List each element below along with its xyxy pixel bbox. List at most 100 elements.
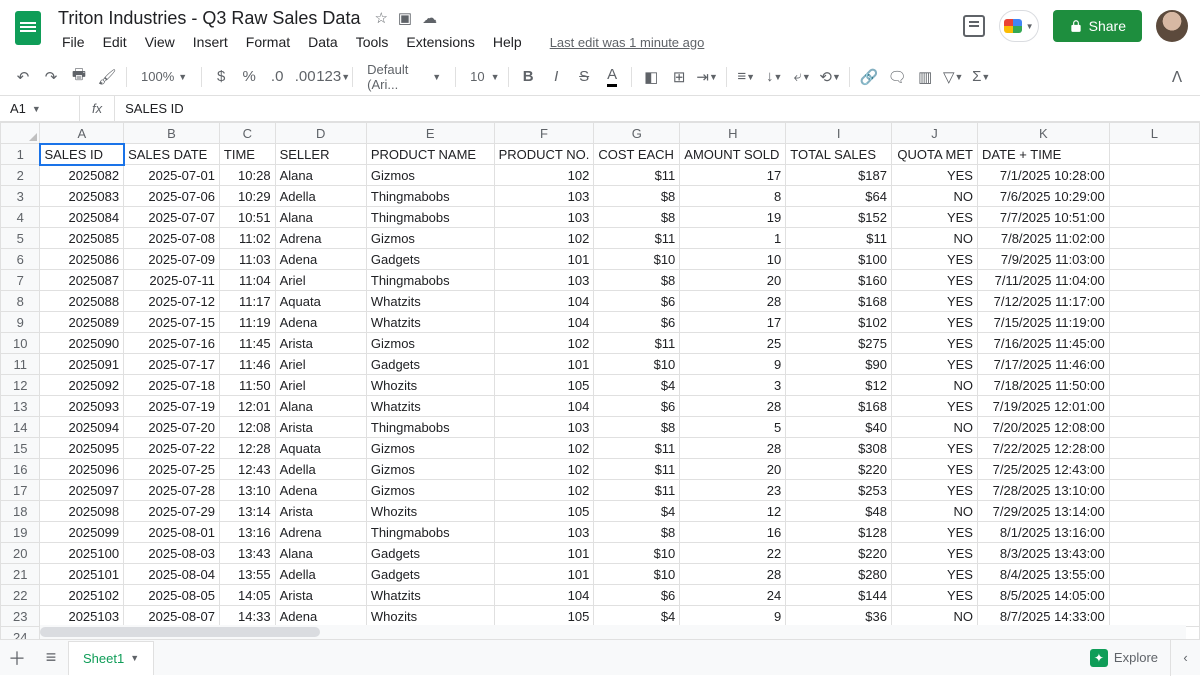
italic-button[interactable]: I: [543, 64, 569, 90]
merge-cells-button[interactable]: ⇥▼: [694, 64, 720, 90]
cell[interactable]: Whozits: [366, 606, 494, 627]
cell[interactable]: 7/22/2025 12:28:00: [977, 438, 1109, 459]
cell[interactable]: 103: [494, 207, 594, 228]
borders-button[interactable]: ⊞: [666, 64, 692, 90]
row-header[interactable]: 8: [1, 291, 40, 312]
cell[interactable]: $275: [786, 333, 892, 354]
cell[interactable]: 11:02: [219, 228, 275, 249]
cell[interactable]: 14:05: [219, 585, 275, 606]
cell[interactable]: YES: [892, 207, 978, 228]
cell[interactable]: 2025102: [40, 585, 124, 606]
cell[interactable]: 11:46: [219, 354, 275, 375]
cell[interactable]: [1109, 291, 1199, 312]
cell[interactable]: Whatzits: [366, 312, 494, 333]
undo-button[interactable]: ↶: [10, 64, 36, 90]
cell[interactable]: $11: [594, 438, 680, 459]
cell[interactable]: 2025096: [40, 459, 124, 480]
cell[interactable]: 2025-07-17: [124, 354, 220, 375]
cell[interactable]: 2025-08-07: [124, 606, 220, 627]
cell[interactable]: 2025-07-07: [124, 207, 220, 228]
cell[interactable]: 9: [680, 354, 786, 375]
cell[interactable]: $10: [594, 249, 680, 270]
cell[interactable]: $11: [594, 333, 680, 354]
vertical-align-button[interactable]: ↓▼: [761, 64, 787, 90]
more-formats-button[interactable]: 123▼: [320, 64, 346, 90]
cell[interactable]: 11:04: [219, 270, 275, 291]
cell[interactable]: 7/17/2025 11:46:00: [977, 354, 1109, 375]
cell[interactable]: 8/1/2025 13:16:00: [977, 522, 1109, 543]
cell[interactable]: $144: [786, 585, 892, 606]
cell[interactable]: 7/1/2025 10:28:00: [977, 165, 1109, 186]
cell[interactable]: 2025-07-22: [124, 438, 220, 459]
font-select[interactable]: Default (Ari...▼: [359, 62, 449, 92]
cell[interactable]: $187: [786, 165, 892, 186]
cell[interactable]: Arista: [275, 333, 366, 354]
move-icon[interactable]: ▣: [398, 9, 412, 27]
cell[interactable]: 2025097: [40, 480, 124, 501]
cell[interactable]: YES: [892, 543, 978, 564]
cell[interactable]: $6: [594, 396, 680, 417]
cell[interactable]: NO: [892, 375, 978, 396]
menu-edit[interactable]: Edit: [95, 32, 135, 52]
cell[interactable]: 7/16/2025 11:45:00: [977, 333, 1109, 354]
redo-button[interactable]: ↷: [38, 64, 64, 90]
cell[interactable]: 2025101: [40, 564, 124, 585]
cell[interactable]: 8/4/2025 13:55:00: [977, 564, 1109, 585]
cell[interactable]: 101: [494, 564, 594, 585]
cell[interactable]: NO: [892, 417, 978, 438]
cell[interactable]: 2025085: [40, 228, 124, 249]
cell[interactable]: $160: [786, 270, 892, 291]
cell[interactable]: 10:29: [219, 186, 275, 207]
cell[interactable]: 8/7/2025 14:33:00: [977, 606, 1109, 627]
menu-format[interactable]: Format: [238, 32, 298, 52]
insert-chart-button[interactable]: ▥: [912, 64, 938, 90]
zoom-select[interactable]: 100%▼: [133, 69, 195, 84]
cell[interactable]: [1109, 228, 1199, 249]
cell[interactable]: 2025-07-29: [124, 501, 220, 522]
cell[interactable]: $152: [786, 207, 892, 228]
row-header[interactable]: 18: [1, 501, 40, 522]
cell[interactable]: $12: [786, 375, 892, 396]
cloud-status-icon[interactable]: ☁: [422, 9, 437, 27]
row-header[interactable]: 24: [1, 627, 40, 640]
text-color-button[interactable]: A: [599, 64, 625, 90]
cell[interactable]: SELLER: [275, 144, 366, 165]
cell[interactable]: Alana: [275, 543, 366, 564]
cell[interactable]: 2025088: [40, 291, 124, 312]
cell[interactable]: 2025100: [40, 543, 124, 564]
cell[interactable]: 7/25/2025 12:43:00: [977, 459, 1109, 480]
cell[interactable]: $36: [786, 606, 892, 627]
cell[interactable]: 101: [494, 354, 594, 375]
cell[interactable]: 11:03: [219, 249, 275, 270]
cell[interactable]: YES: [892, 312, 978, 333]
cell[interactable]: 11:50: [219, 375, 275, 396]
cell[interactable]: 105: [494, 375, 594, 396]
cell[interactable]: $10: [594, 564, 680, 585]
cell[interactable]: 102: [494, 480, 594, 501]
decrease-decimal-button[interactable]: .0: [264, 64, 290, 90]
cell[interactable]: [1109, 249, 1199, 270]
cell[interactable]: 10: [680, 249, 786, 270]
cell[interactable]: 104: [494, 396, 594, 417]
cell[interactable]: 24: [680, 585, 786, 606]
cell[interactable]: 102: [494, 438, 594, 459]
insert-link-button[interactable]: 🔗: [856, 64, 882, 90]
horizontal-scrollbar[interactable]: [40, 625, 1186, 639]
functions-button[interactable]: Σ▼: [968, 64, 994, 90]
cell[interactable]: $220: [786, 459, 892, 480]
column-header[interactable]: E: [366, 123, 494, 144]
cell[interactable]: 2025-08-05: [124, 585, 220, 606]
fill-color-button[interactable]: ◧: [638, 64, 664, 90]
cell[interactable]: 12:01: [219, 396, 275, 417]
text-wrap-button[interactable]: ⤶▼: [789, 64, 815, 90]
cell[interactable]: 1: [680, 228, 786, 249]
cell[interactable]: [1109, 312, 1199, 333]
cell[interactable]: [1109, 585, 1199, 606]
row-header[interactable]: 17: [1, 480, 40, 501]
cell[interactable]: 12:28: [219, 438, 275, 459]
cell[interactable]: NO: [892, 501, 978, 522]
column-header[interactable]: K: [977, 123, 1109, 144]
cell[interactable]: Ariel: [275, 270, 366, 291]
column-header[interactable]: G: [594, 123, 680, 144]
cell[interactable]: 102: [494, 228, 594, 249]
